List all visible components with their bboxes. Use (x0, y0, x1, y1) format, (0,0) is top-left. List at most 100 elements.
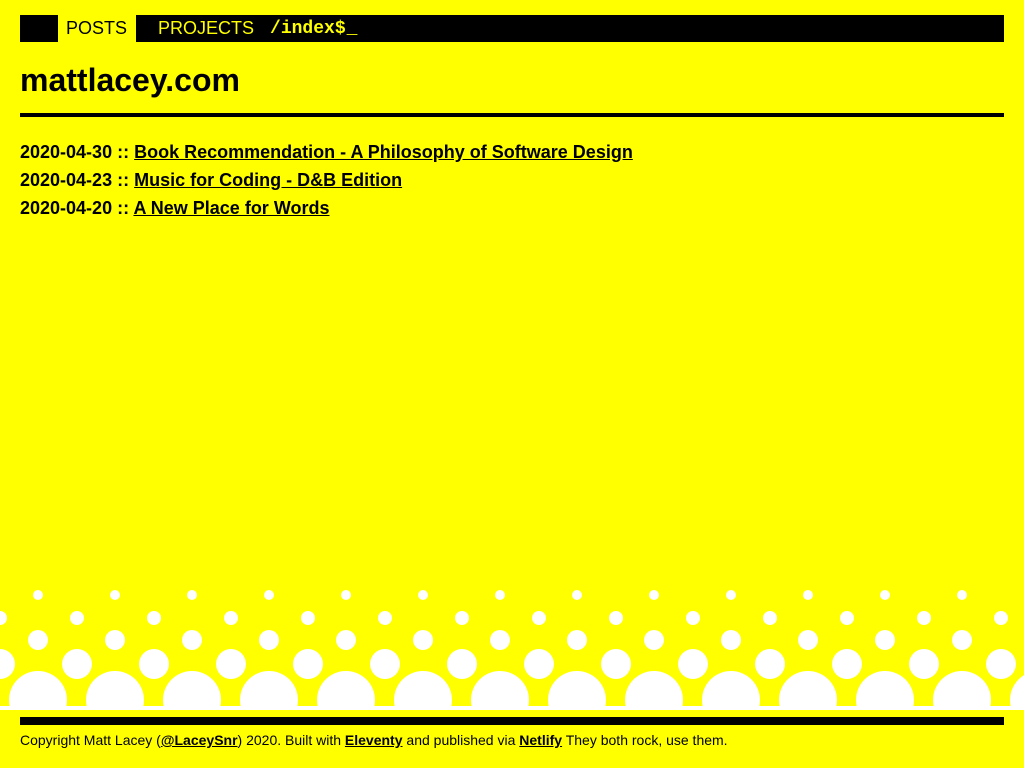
decorative-dot (917, 611, 931, 625)
decorative-dot (455, 611, 469, 625)
decorative-dot (1010, 675, 1024, 710)
decorative-dot (721, 630, 741, 650)
decorative-dot (105, 630, 125, 650)
decorative-dot (259, 630, 279, 650)
decorative-dot (224, 611, 238, 625)
decorative-dot (418, 590, 428, 600)
nav-posts-link[interactable]: POSTS (58, 15, 137, 42)
decorative-dot (649, 590, 659, 600)
decorative-dot (625, 671, 683, 710)
decorative-dot (495, 590, 505, 600)
decorative-dot (394, 671, 452, 710)
decorative-dot-base (0, 706, 1024, 710)
decorative-dot (524, 649, 554, 679)
decorative-dot (952, 630, 972, 650)
decorative-dot (182, 630, 202, 650)
decorative-dot (644, 630, 664, 650)
decorative-dot (110, 590, 120, 600)
decorative-dot (341, 590, 351, 600)
decorative-dot (336, 630, 356, 650)
decorative-dot (86, 671, 144, 710)
decorative-dot (678, 649, 708, 679)
decorative-dot (840, 611, 854, 625)
post-separator: :: (117, 170, 130, 190)
post-title-link[interactable]: Book Recommendation - A Philosophy of So… (134, 142, 633, 162)
decorative-dot (798, 630, 818, 650)
nav-projects-link[interactable]: PROJECTS (150, 15, 260, 42)
decorative-dot (317, 671, 375, 710)
decorative-dot (994, 611, 1008, 625)
post-title-link[interactable]: Music for Coding - D&B Edition (134, 170, 402, 190)
decorative-dot (933, 671, 991, 710)
decorative-dot (447, 649, 477, 679)
post-item: 2020-04-23 :: Music for Coding - D&B Edi… (20, 169, 633, 197)
decorative-dot (264, 590, 274, 600)
post-date: 2020-04-20 (20, 198, 113, 218)
decorative-dot (0, 649, 15, 679)
decorative-dot (490, 630, 510, 650)
footer-mid1: ) 2020. Built with (237, 732, 345, 748)
decorative-dot (139, 649, 169, 679)
footer-eleventy-link[interactable]: Eleventy (345, 732, 403, 748)
decorative-dot (856, 671, 914, 710)
nav-cursor: _ (346, 18, 358, 39)
decorative-dot (413, 630, 433, 650)
decorative-dot (803, 590, 813, 600)
decorative-dot (532, 611, 546, 625)
decorative-dot (0, 611, 7, 625)
decorative-dot (240, 671, 298, 710)
footer-twitter-link[interactable]: @LaceySnr (161, 732, 238, 748)
footer-prefix: Copyright Matt Lacey ( (20, 732, 161, 748)
decorative-dot-pattern (0, 590, 1024, 710)
decorative-dot (187, 590, 197, 600)
decorative-dot (62, 649, 92, 679)
decorative-dot (755, 649, 785, 679)
top-nav: POSTS PROJECTS /index$ _ (20, 15, 1004, 42)
post-date: 2020-04-30 (20, 142, 113, 162)
decorative-dot (601, 649, 631, 679)
decorative-dot (216, 649, 246, 679)
decorative-dot (9, 671, 67, 710)
nav-path-prompt: /index$ _ (270, 15, 357, 42)
footer-netlify-link[interactable]: Netlify (519, 732, 562, 748)
post-title-link[interactable]: A New Place for Words (133, 198, 329, 218)
decorative-dot (567, 630, 587, 650)
footer-divider (20, 717, 1004, 725)
decorative-dot (763, 611, 777, 625)
decorative-dot (832, 649, 862, 679)
footer-mid2: and published via (402, 732, 520, 748)
decorative-dot (301, 611, 315, 625)
footer-suffix: They both rock, use them. (562, 732, 728, 748)
decorative-dot (370, 649, 400, 679)
decorative-dot (875, 630, 895, 650)
footer-text: Copyright Matt Lacey (@LaceySnr) 2020. B… (20, 731, 728, 749)
decorative-dot (378, 611, 392, 625)
decorative-dot (471, 671, 529, 710)
decorative-dot (572, 590, 582, 600)
decorative-dot (957, 590, 967, 600)
decorative-dot (147, 611, 161, 625)
post-item: 2020-04-30 :: Book Recommendation - A Ph… (20, 141, 633, 169)
post-separator: :: (117, 198, 130, 218)
decorative-dot (779, 671, 837, 710)
site-title: mattlacey.com (20, 62, 240, 98)
decorative-dot (986, 649, 1016, 679)
decorative-dot (293, 649, 323, 679)
post-item: 2020-04-20 :: A New Place for Words (20, 197, 633, 225)
post-list: 2020-04-30 :: Book Recommendation - A Ph… (20, 141, 633, 225)
nav-path-text: /index$ (270, 18, 346, 39)
decorative-dot (702, 671, 760, 710)
decorative-dot (163, 671, 221, 710)
decorative-dot (686, 611, 700, 625)
decorative-dot (70, 611, 84, 625)
post-separator: :: (117, 142, 130, 162)
decorative-dot (28, 630, 48, 650)
title-divider (20, 113, 1004, 117)
post-date: 2020-04-23 (20, 170, 113, 190)
decorative-dot (726, 590, 736, 600)
decorative-dot (909, 649, 939, 679)
decorative-dot (609, 611, 623, 625)
decorative-dot (548, 671, 606, 710)
decorative-dot (33, 590, 43, 600)
